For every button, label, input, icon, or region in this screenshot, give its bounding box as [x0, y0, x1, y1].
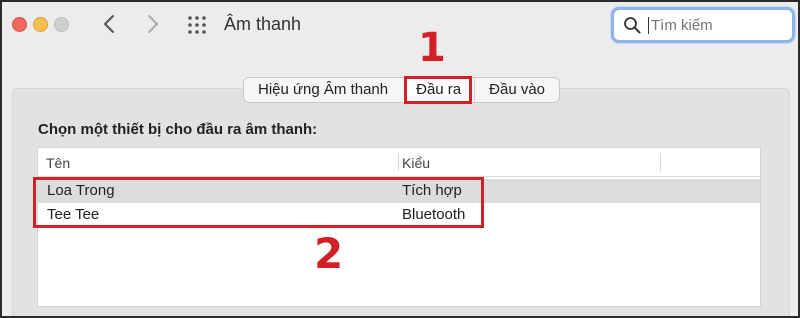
table-header: Tên Kiểu	[38, 148, 760, 177]
search-field[interactable]	[611, 7, 795, 43]
preferences-window: Âm thanh Hiệu ứng Âm thanh Đầu ra Đầu và…	[0, 0, 800, 318]
output-device-table: Tên Kiểu Loa Trong Tích hợp Tee Tee Blue…	[37, 147, 761, 307]
device-name: Loa Trong	[47, 182, 115, 199]
chevron-left-icon[interactable]	[98, 12, 122, 36]
grid-icon[interactable]	[187, 15, 207, 35]
device-type: Bluetooth	[402, 206, 466, 223]
annotation-step-2: 2	[314, 229, 344, 278]
chevron-right-icon[interactable]	[140, 12, 164, 36]
table-row[interactable]: Loa Trong Tích hợp	[38, 179, 760, 203]
tab-bar: Hiệu ứng Âm thanh Đầu ra Đầu vào	[243, 76, 561, 104]
search-icon	[623, 16, 641, 34]
window-title: Âm thanh	[224, 14, 302, 34]
tab-output[interactable]: Đầu ra	[404, 76, 473, 104]
tab-sound-effects[interactable]: Hiệu ứng Âm thanh	[244, 78, 402, 102]
tab-input[interactable]: Đầu vào	[474, 78, 559, 102]
device-name: Tee Tee	[47, 206, 100, 223]
zoom-button	[54, 17, 69, 32]
column-divider	[660, 153, 661, 171]
text-caret	[648, 17, 649, 34]
annotation-step-1: 1	[418, 25, 446, 71]
output-device-label: Chọn một thiết bị cho đầu ra âm thanh:	[38, 121, 318, 138]
search-input[interactable]	[651, 14, 781, 36]
column-header-type[interactable]: Kiểu	[402, 155, 430, 171]
device-type: Tích hợp	[402, 182, 462, 199]
close-button[interactable]	[12, 17, 27, 32]
minimize-button[interactable]	[33, 17, 48, 32]
column-divider	[398, 153, 399, 171]
column-header-name[interactable]: Tên	[46, 155, 70, 171]
table-row[interactable]: Tee Tee Bluetooth	[38, 203, 760, 227]
toolbar: Âm thanh	[2, 2, 798, 52]
